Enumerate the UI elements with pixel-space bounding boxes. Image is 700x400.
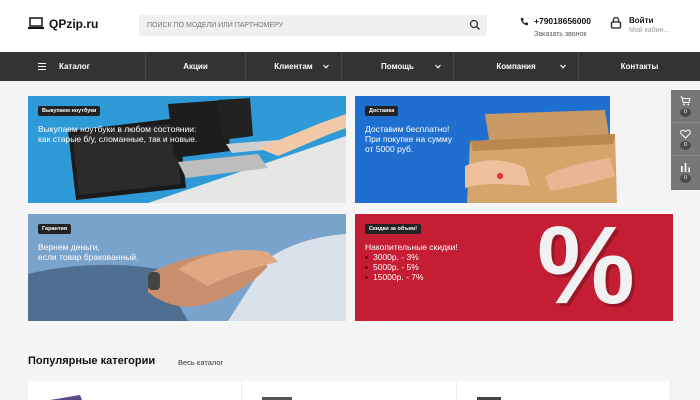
- banner-text: Доставим бесплатно! При покупке на сумму…: [365, 124, 535, 154]
- main-nav: Каталог Акции Клиентам Помощь Компания К…: [0, 52, 700, 81]
- nav-contacts[interactable]: Контакты: [579, 52, 700, 81]
- phone-icon: [520, 17, 528, 25]
- favorites-count: 0: [680, 141, 691, 150]
- banner-line: Накопительные скидки!: [365, 242, 458, 252]
- laptop-icon: [28, 17, 44, 29]
- discount-list: 3000р. - 3% 5000р. - 5% 15000р. - 7%: [365, 252, 424, 282]
- nav-promotions-label: Акции: [183, 62, 208, 71]
- banner-guarantee[interactable]: Гарантия Вернем деньги, если товар брако…: [28, 214, 346, 321]
- banner-line: Вернем деньги,: [38, 242, 100, 252]
- logo[interactable]: QPzip.ru: [28, 17, 98, 31]
- section-title: Популярные категории: [28, 355, 156, 367]
- category-cards: [28, 381, 671, 400]
- lock-icon: [610, 16, 622, 29]
- nav-company[interactable]: Компания: [454, 52, 579, 81]
- search-input[interactable]: [139, 15, 459, 36]
- banner-delivery[interactable]: Доставка Доставим бесплатно! При покупке…: [355, 96, 673, 203]
- category-thumb: [50, 395, 82, 400]
- list-item: 15000р. - 7%: [365, 272, 424, 282]
- nav-promotions[interactable]: Акции: [146, 52, 246, 81]
- banner-badge: Гарантия: [38, 224, 72, 234]
- site-header: QPzip.ru +79018656000 Заказать звонок Во…: [0, 0, 700, 52]
- login-button[interactable]: Войти Мой кабин...: [610, 16, 669, 34]
- nav-clients[interactable]: Клиентам: [246, 52, 342, 81]
- handshake-illustration: [28, 214, 346, 321]
- search-icon[interactable]: [469, 19, 481, 31]
- discount-tier: 5000р. - 5%: [373, 262, 419, 272]
- chevron-down-icon: [560, 64, 566, 69]
- login-subtitle: Мой кабин...: [629, 27, 670, 34]
- percent-symbol: %: [537, 214, 635, 321]
- banner-badge: Доставка: [365, 106, 399, 116]
- category-card[interactable]: [28, 381, 243, 400]
- banner-line: При покупке на сумму: [365, 134, 453, 144]
- list-item: 3000р. - 3%: [365, 252, 424, 262]
- banner-badge: Скидки за объем!: [365, 224, 422, 234]
- banner-text: Вернем деньги, если товар бракованный.: [38, 242, 208, 262]
- discount-tier: 15000р. - 7%: [373, 272, 424, 282]
- banner-text: Накопительные скидки!: [365, 242, 535, 252]
- chevron-down-icon: [435, 64, 441, 69]
- logo-text: QPzip.ru: [49, 17, 99, 31]
- list-item: 5000р. - 5%: [365, 262, 424, 272]
- cart-count: 0: [680, 108, 691, 117]
- login-title: Войти: [629, 16, 654, 25]
- banner-line: Выкупаем ноутбуки в любом состоянии:: [38, 124, 197, 134]
- discount-tier: 3000р. - 3%: [373, 252, 419, 262]
- banner-badge: Выкупаем ноутбуки: [38, 106, 101, 116]
- menu-icon: [38, 63, 46, 70]
- banner-line: если товар бракованный.: [38, 252, 139, 262]
- banner-line: Доставим бесплатно!: [365, 124, 450, 134]
- category-thumb: [476, 397, 501, 400]
- nav-contacts-label: Контакты: [620, 62, 659, 71]
- side-cart[interactable]: 0: [671, 90, 700, 123]
- banner-text: Выкупаем ноутбуки в любом состоянии: как…: [38, 124, 218, 144]
- all-catalog-link[interactable]: Весь каталог: [178, 358, 223, 367]
- chevron-down-icon: [323, 64, 329, 69]
- callback-link[interactable]: Заказать звонок: [534, 31, 591, 38]
- banner-discounts[interactable]: Скидки за объем! Накопительные скидки! 3…: [355, 214, 673, 321]
- nav-catalog[interactable]: Каталог: [0, 52, 146, 81]
- banner-line: как старые б/у, сломанные, так и новые.: [38, 134, 198, 144]
- side-panel: 0 0 0: [671, 90, 700, 190]
- category-card[interactable]: [242, 381, 457, 400]
- compare-icon: [681, 163, 690, 172]
- phone-block: +79018656000 Заказать звонок: [520, 16, 591, 38]
- side-compare[interactable]: 0: [671, 156, 700, 189]
- banner-laptop-buyback[interactable]: Выкупаем ноутбуки Выкупаем ноутбуки в лю…: [28, 96, 346, 203]
- nav-company-label: Компания: [496, 62, 536, 71]
- compare-count: 0: [680, 174, 691, 183]
- cart-icon: [680, 96, 691, 106]
- nav-help[interactable]: Помощь: [342, 52, 454, 81]
- phone-number[interactable]: +79018656000: [534, 16, 591, 26]
- heart-icon: [680, 129, 691, 139]
- nav-catalog-label: Каталог: [59, 62, 90, 71]
- nav-clients-label: Клиентам: [274, 62, 313, 71]
- side-favorites[interactable]: 0: [671, 123, 700, 156]
- category-thumb: [262, 397, 293, 400]
- category-card[interactable]: [456, 381, 671, 400]
- search-bar: [139, 15, 487, 36]
- banner-line: от 5000 руб.: [365, 144, 414, 154]
- nav-help-label: Помощь: [381, 62, 414, 71]
